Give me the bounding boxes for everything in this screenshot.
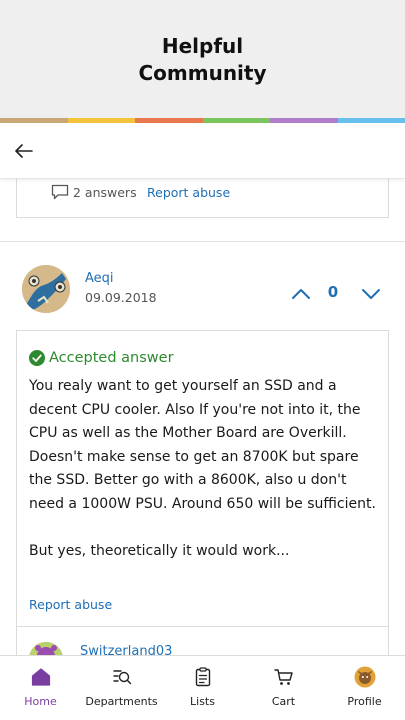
profile-avatar-icon <box>353 666 377 688</box>
tab-label: Departments <box>85 695 158 708</box>
accepted-answer-label: Accepted answer <box>49 350 174 366</box>
app-screen: Helpful Community 2 answers Report abuse <box>0 0 405 720</box>
divider <box>0 241 405 242</box>
tab-departments[interactable]: Departments <box>81 656 162 720</box>
avatar-image <box>22 265 70 313</box>
answers-count-label: 2 answers <box>73 184 137 200</box>
avatar-image <box>29 642 63 655</box>
vote-count: 0 <box>327 283 339 301</box>
tab-label: Profile <box>347 695 382 708</box>
answers-count[interactable]: 2 answers <box>51 184 137 200</box>
answer-body: You realy want to get yourself an SSD an… <box>29 378 376 559</box>
tab-home[interactable]: Home <box>0 656 81 720</box>
check-circle-icon <box>29 350 45 366</box>
upvote-button[interactable] <box>288 283 314 305</box>
departments-search-icon <box>110 666 134 688</box>
tab-label: Cart <box>271 695 296 708</box>
page-title: Helpful Community <box>138 34 267 85</box>
tab-label: Home <box>24 695 57 708</box>
report-abuse-link[interactable]: Report abuse <box>147 185 230 200</box>
back-button[interactable] <box>10 137 38 165</box>
chevron-down-icon <box>362 289 380 299</box>
accepted-answer-badge: Accepted answer <box>29 350 174 366</box>
tab-cart[interactable]: Cart <box>243 656 324 720</box>
thread-content[interactable]: 2 answers Report abuse Aeqi 09.09.2018 0… <box>0 179 405 655</box>
tab-profile[interactable]: Profile <box>324 656 405 720</box>
author-name[interactable]: Aeqi <box>85 271 114 286</box>
previous-post-card: 2 answers Report abuse <box>16 179 389 218</box>
app-header: Helpful Community <box>0 0 405 118</box>
author-name[interactable]: Switzerland03 <box>80 644 172 655</box>
tab-label: Lists <box>190 695 215 708</box>
downvote-button[interactable] <box>358 283 384 305</box>
home-icon <box>29 666 53 688</box>
next-answer-card: Switzerland03 <box>16 626 389 655</box>
chevron-up-icon <box>292 289 310 299</box>
nav-bar <box>0 123 405 179</box>
bottom-tab-bar: Home Departments Lists Cart Profile <box>0 655 405 720</box>
cart-icon <box>272 666 296 688</box>
comment-icon <box>51 184 69 200</box>
tab-lists[interactable]: Lists <box>162 656 243 720</box>
report-abuse-link[interactable]: Report abuse <box>29 597 112 612</box>
arrow-left-icon <box>15 144 33 158</box>
avatar[interactable] <box>22 265 70 313</box>
post-date: 09.09.2018 <box>85 290 157 305</box>
clipboard-list-icon <box>191 666 215 688</box>
answer-author-row: Aeqi 09.09.2018 0 <box>22 265 388 313</box>
avatar[interactable] <box>29 642 63 655</box>
accepted-answer-card: Accepted answer You realy want to get yo… <box>16 330 389 627</box>
